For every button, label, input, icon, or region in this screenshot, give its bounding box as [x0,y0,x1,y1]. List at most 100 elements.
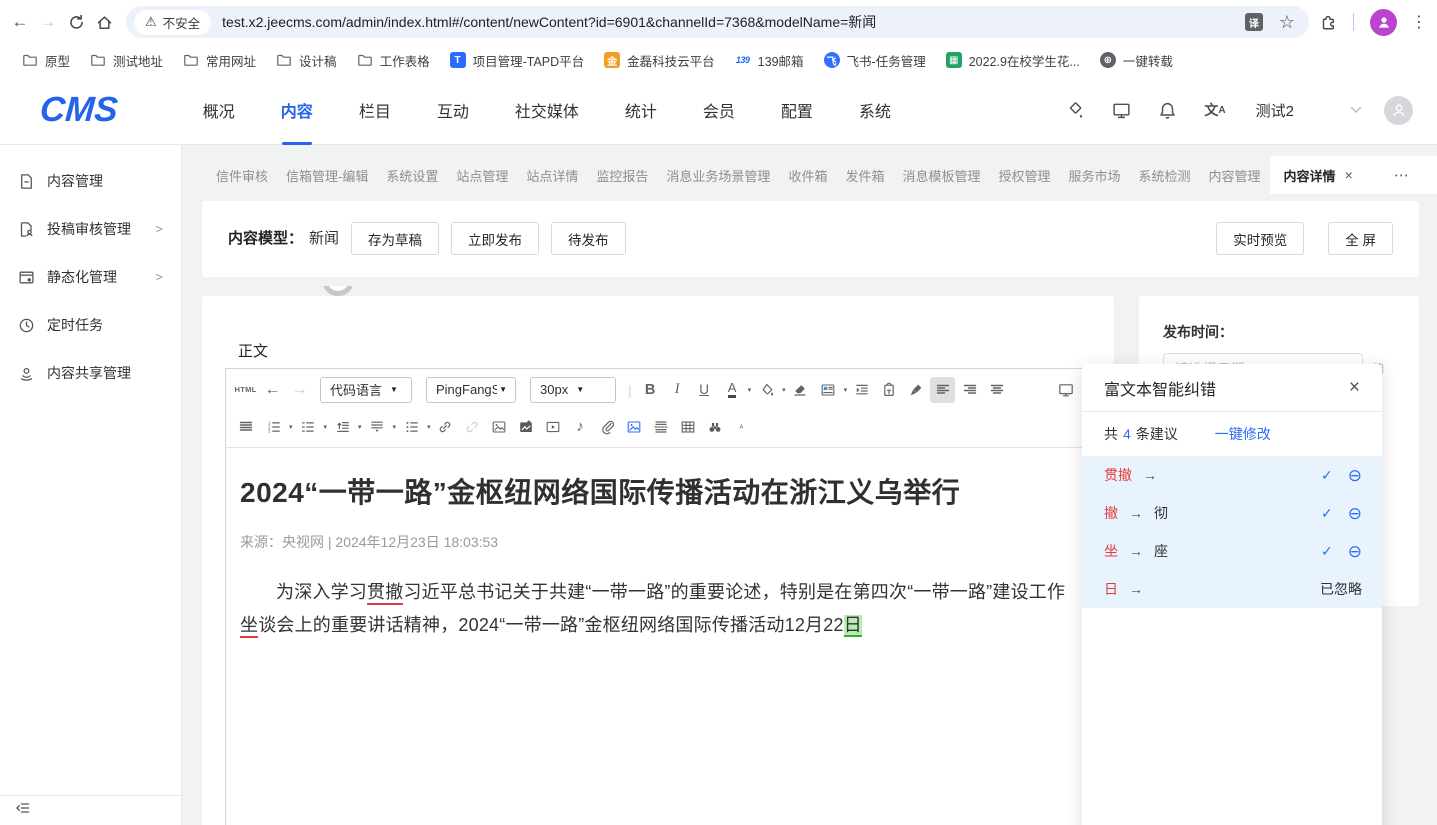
undo-button[interactable]: ← [260,377,285,403]
nav-settings[interactable]: 配置 [758,76,836,145]
nav-channel[interactable]: 栏目 [336,76,414,145]
chevron-down-icon[interactable] [1350,101,1362,119]
format-brush-button[interactable] [903,377,928,403]
html-source-button[interactable]: HTML [233,377,258,403]
more-tabs-button[interactable]: ⋯ [1394,166,1410,184]
accept-button[interactable]: ✓ [1321,467,1333,484]
font-color-button[interactable]: A▾ [719,377,752,403]
tab-site-management[interactable]: 站点管理 [447,156,517,194]
extensions-button[interactable] [1319,13,1337,31]
nav-content[interactable]: 内容 [258,76,336,145]
tab-site-detail[interactable]: 站点详情 [517,156,587,194]
tab-letter-review[interactable]: 信件审核 [207,156,277,194]
underline-button[interactable]: U [692,377,717,403]
media-library-button[interactable] [622,414,647,440]
sidebar-item-scheduled-tasks[interactable]: 定时任务 [0,301,181,349]
fix-all-button[interactable]: 一键修改 [1215,424,1271,444]
browser-forward-button[interactable]: → [34,8,62,36]
accept-button[interactable]: ✓ [1321,505,1333,522]
fullscreen-button[interactable]: 全 屏 [1328,222,1393,255]
tab-mailbox-edit[interactable]: 信箱管理-编辑 [277,156,377,194]
align-left-button[interactable] [930,377,955,403]
tab-message-scene[interactable]: 消息业务场景管理 [657,156,779,194]
cms-logo[interactable]: CMS [39,90,120,130]
workspace-name[interactable]: 测试2 [1256,100,1294,121]
browser-menu-button[interactable]: ⋮ [1411,12,1427,32]
insert-table-button[interactable] [676,414,701,440]
ignore-button[interactable]: ⊖ [1348,467,1362,484]
user-avatar[interactable] [1384,96,1413,125]
browser-profile-avatar[interactable] [1370,9,1397,36]
paragraph-spacing-button[interactable]: ▾ [329,414,362,440]
page-break-button[interactable] [649,414,674,440]
insert-video-button[interactable] [541,414,566,440]
live-preview-button[interactable]: 实时预览 [1216,222,1304,255]
line-spacing-button[interactable]: ▾ [364,414,397,440]
collapse-sidebar-button[interactable] [15,800,31,821]
translate-icon[interactable]: 译 [1245,13,1263,31]
remove-format-button[interactable] [788,377,813,403]
nav-members[interactable]: 会员 [680,76,758,145]
ignore-button[interactable]: ⊖ [1348,505,1362,522]
notifications-button[interactable] [1158,101,1177,120]
tab-content-management[interactable]: 内容管理 [1200,156,1270,194]
tab-inbox[interactable]: 收件箱 [779,156,836,194]
nav-social-media[interactable]: 社交媒体 [492,76,602,145]
sidebar-item-content-sharing[interactable]: 内容共享管理 [0,349,181,397]
insert-link-button[interactable] [433,414,458,440]
bookmark-folder[interactable]: 设计稿 [266,48,347,72]
bookmark-folder[interactable]: 原型 [12,48,80,72]
bookmark-folder[interactable]: 测试地址 [80,48,173,72]
bookmark-site[interactable]: 金金磊科技云平台 [594,48,725,72]
nav-interaction[interactable]: 互动 [414,76,492,145]
editor-content-area[interactable]: 2024“一带一路”金枢纽网络国际传播活动在浙江义乌举行 来源：央视网 | 20… [226,448,1088,642]
bookmark-site[interactable]: ▦2022.9在校学生花... [936,48,1090,72]
error-marked-text[interactable]: 坐 [240,615,258,638]
task-list-button[interactable]: ▾ [398,414,431,440]
editor-fullscreen-button[interactable] [1053,377,1078,403]
align-right-button[interactable] [957,377,982,403]
justify-button[interactable] [233,414,258,440]
tab-outbox[interactable]: 发件箱 [836,156,893,194]
insert-audio-button[interactable]: ♪ [568,414,593,440]
align-center-button[interactable] [984,377,1009,403]
close-icon[interactable]: × [1349,378,1360,397]
bookmark-site[interactable]: T项目管理-TAPD平台 [440,48,595,72]
code-language-select[interactable]: 代码语言▼ [320,377,412,403]
security-badge[interactable]: ⚠ 不安全 [134,10,211,35]
highlighted-text[interactable]: 日 [844,615,862,637]
text-search-button[interactable]: A [730,414,755,440]
insert-attachment-button[interactable] [595,414,620,440]
save-draft-button[interactable]: 存为草稿 [351,222,439,255]
tab-content-detail[interactable]: 内容详情 × [1270,156,1367,194]
bold-button[interactable]: B [638,377,663,403]
bookmark-folder[interactable]: 工作表格 [347,48,440,72]
bookmark-site[interactable]: 飞飞书-任务管理 [814,48,936,72]
bookmark-site[interactable]: ⊕一键转载 [1090,48,1183,72]
browser-home-button[interactable] [90,8,118,36]
sidebar-item-static-management[interactable]: 静态化管理 > [0,253,181,301]
font-size-select[interactable]: 30px▼ [530,377,616,403]
tab-service-market[interactable]: 服务市场 [1060,156,1130,194]
paste-button[interactable] [876,377,901,403]
nav-overview[interactable]: 概况 [180,76,258,145]
browser-reload-button[interactable] [62,8,90,36]
bookmark-folder[interactable]: 常用网址 [173,48,266,72]
ignore-button[interactable]: ⊖ [1348,543,1362,560]
error-marked-text[interactable]: 贯撤 [367,582,403,605]
italic-button[interactable]: I [665,377,690,403]
publish-now-button[interactable]: 立即发布 [451,222,539,255]
site-preview-button[interactable] [1112,101,1131,120]
tab-monitor-report[interactable]: 监控报告 [587,156,657,194]
bookmark-site[interactable]: 139139邮箱 [725,48,814,72]
nav-system[interactable]: 系统 [836,76,914,145]
article-body[interactable]: 为深入学习贯撤习近平总书记关于共建“一带一路”的重要论述，特别是在第四次“一带一… [240,576,1072,642]
article-title[interactable]: 2024“一带一路”金枢纽网络国际传播活动在浙江义乌举行 [240,474,1068,512]
insert-image-button[interactable] [487,414,512,440]
find-replace-button[interactable] [703,414,728,440]
close-icon[interactable]: × [1345,167,1353,183]
upload-image-button[interactable] [514,414,539,440]
background-color-button[interactable]: ▾ [753,377,786,403]
sidebar-item-content-management[interactable]: 内容管理 [0,157,181,205]
tab-authorization[interactable]: 授权管理 [989,156,1059,194]
